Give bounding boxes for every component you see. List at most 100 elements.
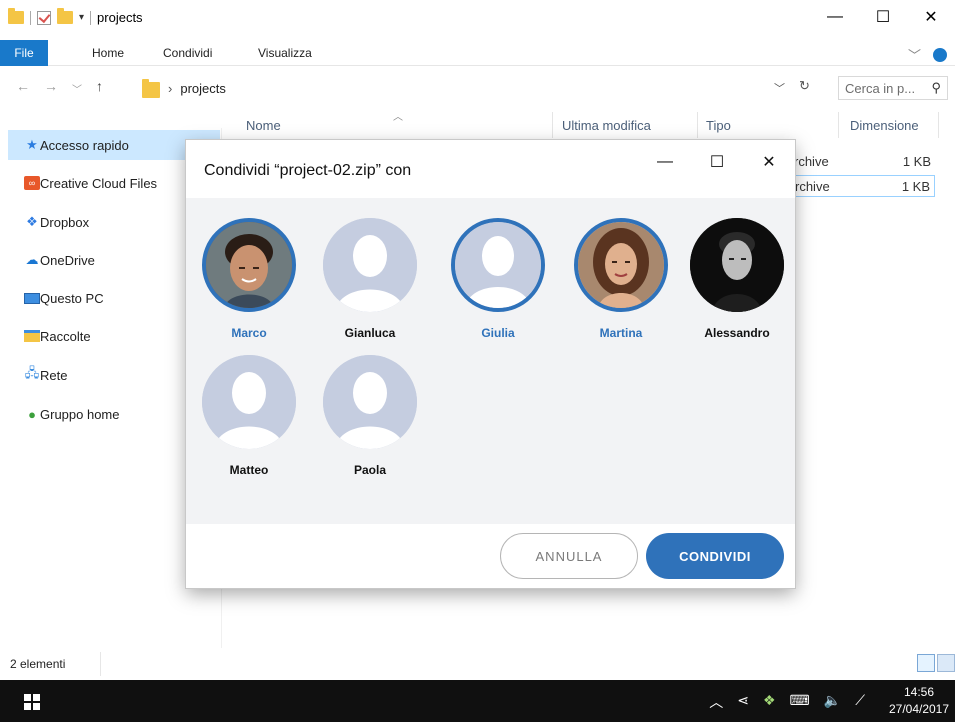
sidebar-item-label: OneDrive (40, 252, 95, 268)
customize-toolbar-icon[interactable]: ▾ (79, 12, 84, 23)
search-input[interactable]: Cerca in p... ⚲ (838, 76, 948, 100)
item-count: 2 elementi (10, 657, 66, 671)
contact-marco[interactable]: Marco (194, 218, 304, 340)
sidebar-item-label: Rete (40, 367, 68, 383)
sidebar-item-label: Accesso rapido (40, 137, 129, 153)
file-type: rchive (795, 178, 830, 194)
view-switcher (917, 654, 955, 672)
contact-matteo[interactable]: Matteo (194, 355, 304, 477)
search-icon[interactable]: ⚲ (931, 80, 941, 96)
windows-start-icon[interactable] (24, 694, 40, 710)
clock[interactable]: 14:56 27/04/2017 (883, 684, 955, 718)
sidebar-item-label: Gruppo home (40, 406, 120, 422)
contact-alessandro[interactable]: Alessandro (682, 218, 792, 340)
recent-locations-icon[interactable]: ﹀ (72, 81, 82, 96)
contact-giulia[interactable]: Giulia (443, 218, 553, 340)
title-bar: ▾ projects — ☐ ✕ (0, 0, 955, 40)
avatar (323, 355, 417, 449)
avatar (323, 218, 417, 312)
dialog-footer: ANNULLA CONDIVIDI (186, 524, 795, 588)
show-hidden-icons-icon[interactable]: ︿ (709, 692, 723, 712)
contact-name: Alessandro (704, 326, 770, 340)
dropbox-tray-icon[interactable]: ❖ (763, 692, 776, 712)
table-row[interactable]: rchive 1 KB (790, 150, 935, 172)
column-divider[interactable] (697, 112, 698, 138)
avatar-placeholder (323, 218, 417, 312)
details-view-icon[interactable] (917, 654, 935, 672)
avatar (202, 218, 296, 312)
properties-icon[interactable] (37, 10, 51, 25)
dialog-maximize-button[interactable]: ☐ (691, 150, 743, 174)
system-tray: ︿ ⋖ ❖ ⌨ 🔈 ⟋ (709, 692, 865, 712)
breadcrumb[interactable]: projects (180, 81, 226, 96)
avatar-placeholder (323, 355, 417, 449)
taskbar: ︿ ⋖ ❖ ⌨ 🔈 ⟋ 14:56 27/04/2017 (0, 680, 955, 722)
volume-icon[interactable]: 🔈 (824, 692, 841, 712)
divider (100, 652, 101, 676)
wifi-icon[interactable]: ⟋ (855, 692, 865, 712)
sidebar-item-label: Raccolte (40, 328, 91, 344)
contact-martina[interactable]: Martina (566, 218, 676, 340)
avatar-photo (690, 218, 784, 312)
help-icon[interactable] (933, 47, 947, 62)
navigation-buttons: ← → ﹀ ↑ (16, 78, 103, 96)
column-type[interactable]: Tipo (706, 118, 731, 133)
dialog-close-button[interactable]: ✕ (743, 150, 795, 174)
search-placeholder: Cerca in p... (845, 80, 916, 96)
keyboard-icon[interactable]: ⌨ (790, 692, 810, 712)
refresh-icon[interactable]: ↻ (799, 78, 810, 96)
ribbon-right: ﹀ (908, 45, 947, 64)
column-divider[interactable] (552, 112, 553, 138)
contact-name: Martina (599, 326, 643, 340)
cancel-button[interactable]: ANNULLA (500, 533, 638, 579)
table-row[interactable]: rchive 1 KB (790, 175, 935, 197)
tab-file[interactable]: File (0, 40, 48, 66)
forward-icon[interactable]: → (44, 78, 58, 96)
time: 14:56 (903, 685, 935, 699)
address-dropdown-icon[interactable]: ﹀ (774, 80, 785, 96)
dialog-window-controls: — ☐ ✕ (639, 150, 795, 174)
address-actions: ﹀ ↻ (774, 78, 810, 96)
expand-ribbon-icon[interactable]: ﹀ (908, 45, 921, 64)
column-divider[interactable] (938, 112, 939, 138)
sidebar-item-label: Dropbox (40, 214, 90, 230)
address-bar[interactable]: › projects (138, 76, 828, 100)
avatar-photo (206, 222, 292, 308)
star-icon: ★ (26, 137, 38, 152)
avatar-placeholder (202, 355, 296, 449)
contacts-grid: Marco Gianluca Giulia Martina Alessandro… (186, 198, 795, 524)
column-modified[interactable]: Ultima modifica (562, 118, 651, 133)
column-divider[interactable] (838, 112, 839, 138)
folder-icon (142, 78, 160, 98)
close-button[interactable]: ✕ (907, 0, 955, 34)
avatar-photo (578, 222, 664, 308)
share-button[interactable]: CONDIVIDI (646, 533, 784, 579)
column-name[interactable]: Nome (246, 118, 281, 133)
tab-view[interactable]: Visualizza (258, 46, 312, 60)
up-icon[interactable]: ↑ (96, 78, 103, 96)
avatar-placeholder (455, 222, 541, 308)
onedrive-icon: ☁ (25, 252, 39, 267)
contact-paola[interactable]: Paola (315, 355, 425, 477)
tab-share[interactable]: Condividi (163, 46, 212, 60)
column-size[interactable]: Dimensione (850, 118, 919, 133)
sort-indicator-icon: ︿ (393, 112, 403, 123)
contact-name: Marco (231, 326, 267, 340)
creative-cloud-icon: ∞ (24, 176, 40, 190)
contact-gianluca[interactable]: Gianluca (315, 218, 425, 340)
folder-icon[interactable] (8, 8, 24, 24)
sidebar-item-label: Creative Cloud Files (40, 175, 158, 191)
date: 27/04/2017 (888, 702, 950, 716)
quick-access-toolbar: ▾ projects (8, 8, 143, 25)
tab-home[interactable]: Home (92, 46, 124, 60)
minimize-button[interactable]: — (811, 0, 859, 34)
sidebar-item-label: Questo PC (40, 290, 104, 306)
share-dialog: Condividi “project-02.zip” con — ☐ ✕ Mar… (186, 140, 795, 588)
share-icon[interactable]: ⋖ (737, 692, 749, 712)
maximize-button[interactable]: ☐ (859, 0, 907, 34)
large-icons-view-icon[interactable] (937, 654, 955, 672)
back-icon[interactable]: ← (16, 78, 30, 96)
dialog-minimize-button[interactable]: — (639, 150, 691, 174)
new-folder-icon[interactable] (57, 8, 73, 24)
breadcrumb-separator-icon[interactable]: › (168, 81, 172, 96)
